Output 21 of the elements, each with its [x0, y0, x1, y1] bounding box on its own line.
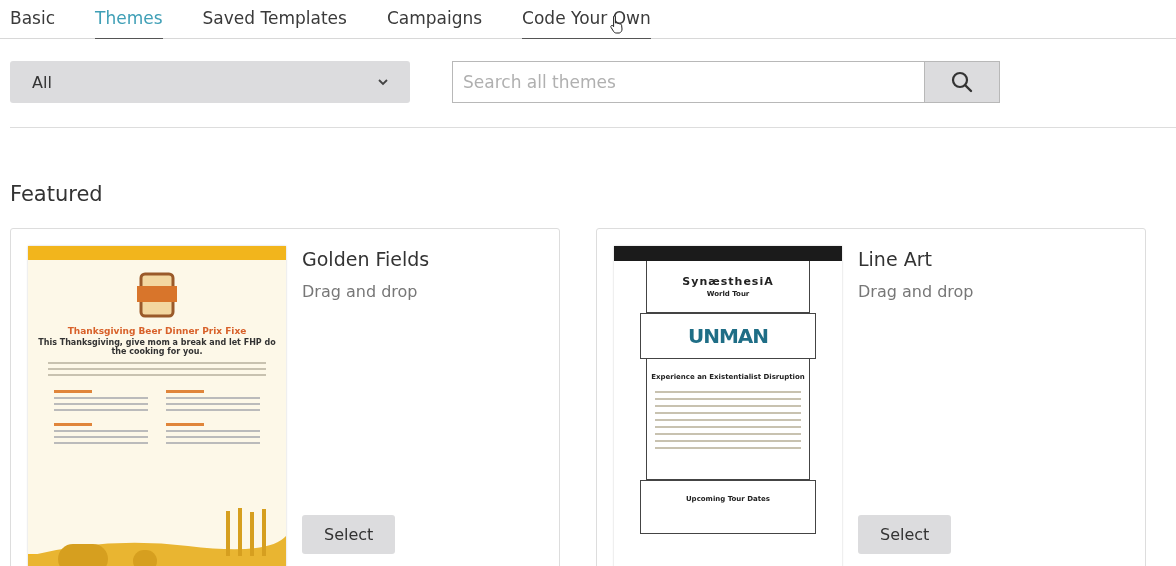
theme-type: Drag and drop: [302, 282, 418, 301]
nav-tab[interactable]: Basic: [10, 8, 55, 39]
theme-name: Line Art: [858, 248, 932, 270]
select-button[interactable]: Select: [302, 515, 396, 554]
theme-name: Golden Fields: [302, 248, 430, 270]
theme-type: Drag and drop: [858, 282, 974, 301]
nav-tab[interactable]: Saved Templates: [202, 8, 347, 39]
search-button[interactable]: [924, 61, 1000, 103]
search-icon: [951, 71, 973, 93]
nav-tab[interactable]: Campaigns: [386, 8, 483, 39]
section-heading: Featured: [10, 182, 104, 206]
category-dropdown[interactable]: All: [10, 61, 410, 103]
preview-subtitle: This Thanksgiving, give mom a break and let FHP do the cooking for you.: [37, 337, 277, 358]
select-button[interactable]: Select: [858, 515, 952, 554]
nav-tab[interactable]: Code Your Own: [522, 8, 651, 39]
band-logo: UNMAN: [687, 324, 769, 348]
search-field[interactable]: Search all themes: [452, 61, 924, 103]
beer-mug-icon: [137, 272, 177, 318]
preview-title: SynæsthesiA: [681, 274, 775, 288]
preview-title: Thanksgiving Beer Dinner Prix Fixe: [66, 326, 248, 336]
chevron-down-icon: [378, 78, 388, 86]
